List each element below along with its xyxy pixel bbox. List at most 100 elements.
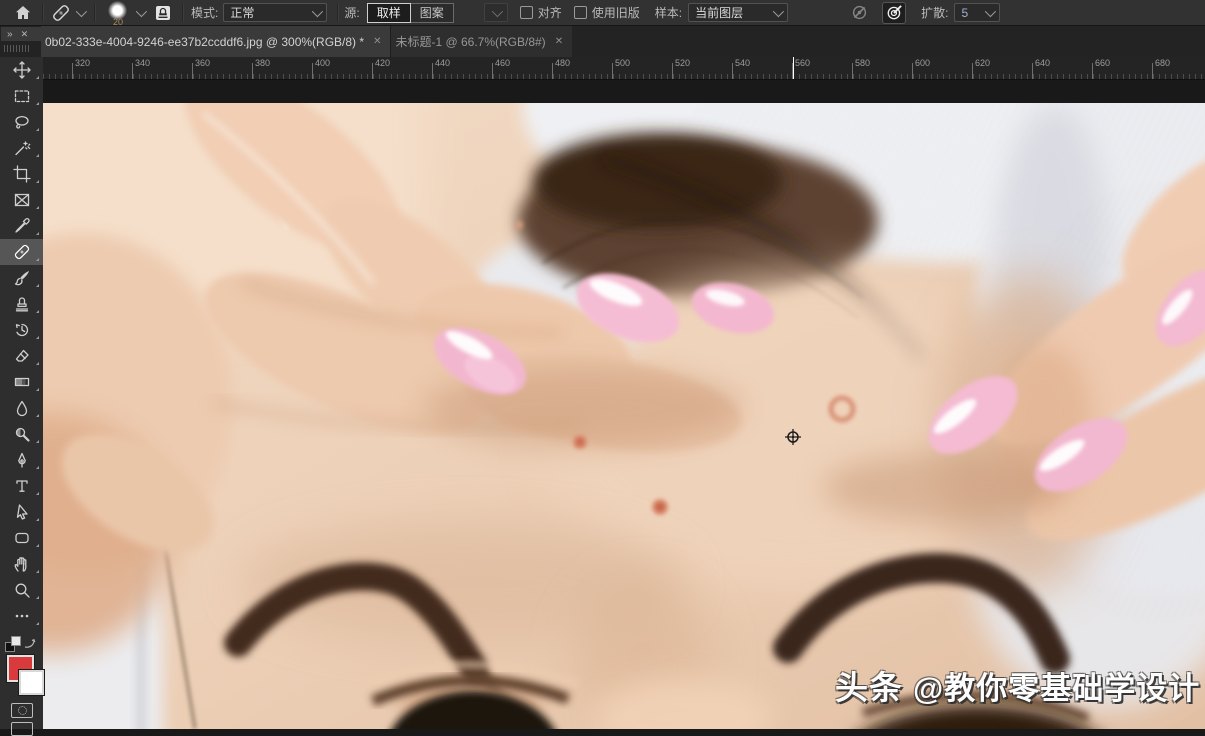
- tool-magic-wand-button[interactable]: [0, 135, 43, 161]
- tab-label: 未标题-1 @ 66.7%(RGB/8#): [395, 35, 546, 49]
- ruler-major-tick: [432, 63, 433, 79]
- source-pattern-button[interactable]: 图案: [410, 2, 454, 23]
- eyedropper-icon: [14, 218, 30, 233]
- ruler-cursor-marker: [793, 57, 794, 79]
- home-button[interactable]: [14, 4, 32, 22]
- crop-icon: [12, 165, 31, 183]
- toolbar: [0, 57, 44, 736]
- tool-blur-button[interactable]: [0, 395, 43, 421]
- move-icon: [12, 61, 31, 79]
- tool-frame-button[interactable]: [0, 187, 43, 213]
- tool-path-select-button[interactable]: [0, 499, 43, 525]
- watermark-handle: @教你零基础学设计: [913, 671, 1201, 706]
- collapse-panel-icon[interactable]: »: [7, 29, 12, 40]
- sample-layers-select[interactable]: 当前图层: [688, 3, 789, 22]
- ruler-tick-label: 600: [915, 58, 931, 68]
- quick-mask-icon: [17, 706, 27, 715]
- brush-size-value: 20: [112, 16, 123, 27]
- legacy-checkbox[interactable]: [573, 6, 587, 19]
- tool-zoom-button[interactable]: [0, 577, 43, 603]
- ruler-minor-ticks: [43, 74, 1205, 79]
- tool-history-brush-button[interactable]: [0, 317, 43, 343]
- healing-brush-icon: [14, 244, 29, 260]
- adjustment-slash-icon: [852, 5, 867, 20]
- canvas-area: 头条 @教你零基础学设计: [43, 79, 1205, 729]
- tool-healing-brush-button[interactable]: [0, 239, 43, 265]
- ruler-tick-label: 640: [1035, 58, 1051, 68]
- ruler-tick-label: 620: [975, 58, 991, 68]
- ruler-tick-label: 460: [495, 58, 511, 68]
- ruler-major-tick: [552, 63, 553, 79]
- tab-document-1[interactable]: 0b02-333e-4004-9246-ee37b2ccddf6.jpg @ 3…: [41, 26, 391, 57]
- mode-value: 正常: [230, 6, 255, 20]
- brush-preset-picker[interactable]: 20: [105, 0, 131, 27]
- ruler-tick-label: 500: [615, 58, 631, 68]
- mode-select[interactable]: 正常: [223, 3, 328, 22]
- tool-dodge-button[interactable]: [0, 421, 43, 447]
- ruler-tick-label: 320: [75, 58, 91, 68]
- clone-source-panel-button[interactable]: [154, 4, 172, 22]
- lasso-icon: [14, 115, 29, 129]
- quick-mask-button[interactable]: [11, 703, 33, 718]
- tool-move-button[interactable]: [0, 57, 43, 83]
- tab-document-2[interactable]: 未标题-1 @ 66.7%(RGB/8#) ✕: [390, 26, 573, 57]
- chevron-down-icon: [491, 5, 503, 17]
- separator: [94, 3, 95, 22]
- screen-mode-button[interactable]: [11, 722, 33, 736]
- path-select-icon: [16, 504, 28, 520]
- chevron-down-icon[interactable]: [135, 5, 148, 17]
- photo-document[interactable]: 头条 @教你零基础学设计: [43, 103, 1205, 729]
- gradient-icon: [14, 377, 29, 387]
- close-panel-icon[interactable]: ✕: [21, 29, 29, 40]
- watermark: 头条 @教你零基础学设计: [835, 661, 1200, 709]
- tool-type-button[interactable]: [0, 473, 43, 499]
- swap-arrows-icon: [24, 639, 36, 648]
- ruler-major-tick: [852, 63, 853, 79]
- tool-clone-stamp-button[interactable]: [0, 291, 43, 317]
- tool-more-tools-button[interactable]: [0, 603, 43, 629]
- legacy-label: 使用旧版: [591, 6, 640, 20]
- default-swap-colors[interactable]: [5, 635, 37, 653]
- panel-grip[interactable]: [4, 45, 30, 52]
- chevron-down-icon: [75, 5, 88, 17]
- ignore-adjustment-layers-button[interactable]: [850, 3, 869, 22]
- blur-icon: [16, 400, 27, 417]
- ruler-tick-label: 680: [1155, 58, 1171, 68]
- aligned-checkbox[interactable]: [519, 6, 533, 19]
- tool-eyedropper-button[interactable]: [0, 213, 43, 239]
- ruler-major-tick: [1092, 63, 1093, 79]
- separator: [182, 3, 183, 22]
- current-tool-button[interactable]: [51, 3, 88, 23]
- ruler-tick-label: 660: [1095, 58, 1111, 68]
- close-tab-icon[interactable]: ✕: [555, 36, 563, 47]
- background-color-swatch[interactable]: [19, 670, 44, 695]
- mode-label: 模式:: [191, 6, 219, 20]
- diffusion-select[interactable]: 5: [954, 3, 1001, 22]
- healing-brush-icon: [53, 4, 69, 21]
- tools-list: [0, 57, 43, 629]
- tool-hand-button[interactable]: [0, 551, 43, 577]
- tool-shape-button[interactable]: [0, 525, 43, 551]
- pressure-size-button[interactable]: [882, 1, 907, 24]
- options-bar: 20 模式: 正常 源: 取样 图案 对齐 使用旧版 样本: 当前图层 扩散: …: [0, 0, 1205, 27]
- close-tab-icon[interactable]: ✕: [373, 36, 381, 47]
- tool-eraser-button[interactable]: [0, 343, 43, 369]
- ruler-major-tick: [1152, 63, 1153, 79]
- tool-brush-button[interactable]: [0, 265, 43, 291]
- tool-pen-button[interactable]: [0, 447, 43, 473]
- pattern-picker-dropdown[interactable]: [483, 3, 508, 22]
- sample-layers-label: 样本:: [654, 6, 683, 20]
- horizontal-ruler[interactable]: 320 340 360 380 400 420 440 460 480 500 520 540 560 5…: [43, 57, 1205, 80]
- ruler-tick-label: 340: [135, 58, 151, 68]
- dodge-icon: [15, 427, 30, 442]
- ruler-tick-label: 560: [795, 58, 811, 68]
- tool-lasso-button[interactable]: [0, 109, 43, 135]
- clone-stamp-icon: [15, 297, 28, 312]
- source-sampled-button[interactable]: 取样: [366, 2, 411, 23]
- tool-crop-button[interactable]: [0, 161, 43, 187]
- tool-marquee-button[interactable]: [0, 83, 43, 109]
- tool-gradient-button[interactable]: [0, 369, 43, 395]
- diffusion-value: 5: [961, 5, 969, 20]
- ruler-tick-label: 540: [735, 58, 751, 68]
- more-tools-icon: [15, 614, 28, 618]
